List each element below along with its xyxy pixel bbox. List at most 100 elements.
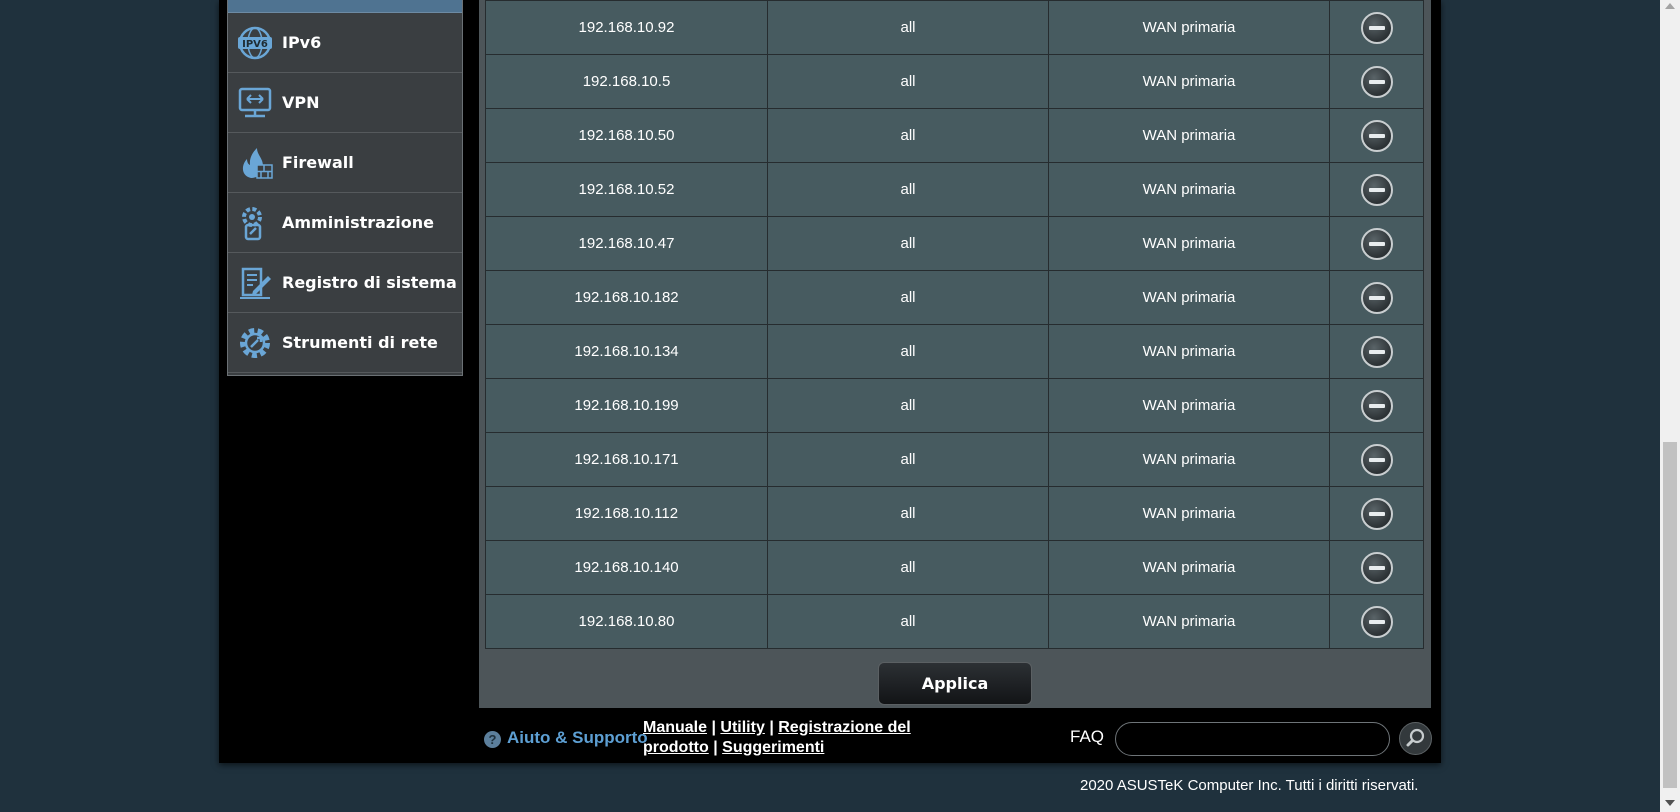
- interface-cell: WAN primaria: [1048, 162, 1330, 217]
- destination-cell: all: [767, 270, 1049, 325]
- manual-link[interactable]: Manuale: [643, 719, 707, 736]
- delete-cell: [1329, 540, 1424, 595]
- delete-cell: [1329, 54, 1424, 109]
- ip-cell: 192.168.10.199: [485, 378, 768, 433]
- link-separator: |: [711, 719, 716, 736]
- sidebar-item-network-tools[interactable]: Strumenti di rete: [228, 313, 462, 373]
- table-row: 192.168.10.112 all WAN primaria: [485, 486, 1424, 541]
- remove-rule-button[interactable]: [1360, 497, 1393, 530]
- delete-cell: [1329, 216, 1424, 271]
- remove-rule-button[interactable]: [1360, 227, 1393, 260]
- destination-cell: all: [767, 162, 1049, 217]
- ip-cell: 192.168.10.47: [485, 216, 768, 271]
- remove-rule-button[interactable]: [1360, 551, 1393, 584]
- sidebar-item-label: Amministrazione: [282, 213, 434, 232]
- link-separator: |: [769, 719, 774, 736]
- delete-cell: [1329, 378, 1424, 433]
- remove-rule-button[interactable]: [1360, 173, 1393, 206]
- ip-cell: 192.168.10.80: [485, 594, 768, 649]
- table-row: 192.168.10.182 all WAN primaria: [485, 270, 1424, 325]
- ip-cell: 192.168.10.92: [485, 0, 768, 55]
- ip-cell: 192.168.10.52: [485, 162, 768, 217]
- remove-rule-button[interactable]: [1360, 281, 1393, 314]
- scroll-down-icon[interactable]: [1665, 800, 1675, 806]
- interface-cell: WAN primaria: [1048, 0, 1330, 55]
- interface-cell: WAN primaria: [1048, 108, 1330, 163]
- feedback-link[interactable]: Suggerimenti: [722, 739, 824, 756]
- remove-rule-button[interactable]: [1360, 335, 1393, 368]
- ip-cell: 192.168.10.50: [485, 108, 768, 163]
- delete-cell: [1329, 594, 1424, 649]
- utility-link[interactable]: Utility: [720, 719, 764, 736]
- sidebar-menu: IPV6 IPv6 VPN Firewall Amministrazione R…: [227, 0, 463, 376]
- page-scrollbar[interactable]: [1660, 0, 1680, 812]
- ip-cell: 192.168.10.171: [485, 432, 768, 487]
- remove-rule-button[interactable]: [1360, 389, 1393, 422]
- scroll-up-icon[interactable]: [1665, 3, 1675, 9]
- table-row: 192.168.10.50 all WAN primaria: [485, 108, 1424, 163]
- table-row: 192.168.10.80 all WAN primaria: [485, 594, 1424, 649]
- table-row: 192.168.10.171 all WAN primaria: [485, 432, 1424, 487]
- destination-cell: all: [767, 432, 1049, 487]
- sidebar-item-label: Firewall: [282, 153, 354, 172]
- link-separator: |: [713, 739, 718, 756]
- firewall-icon: [242, 148, 273, 179]
- table-row: 192.168.10.47 all WAN primaria: [485, 216, 1424, 271]
- sidebar-selected-item-partial[interactable]: [228, 0, 462, 13]
- search-icon: [1406, 728, 1425, 747]
- sidebar-item-ipv6[interactable]: IPV6 IPv6: [228, 13, 462, 73]
- table-row: 192.168.10.140 all WAN primaria: [485, 540, 1424, 595]
- ip-cell: 192.168.10.112: [485, 486, 768, 541]
- sidebar-item-label: Strumenti di rete: [282, 333, 438, 352]
- delete-cell: [1329, 0, 1424, 55]
- scrollbar-thumb[interactable]: [1663, 442, 1677, 788]
- apply-button[interactable]: Applica: [878, 662, 1032, 705]
- destination-cell: all: [767, 54, 1049, 109]
- remove-rule-button[interactable]: [1360, 119, 1393, 152]
- destination-cell: all: [767, 216, 1049, 271]
- table-row: 192.168.10.52 all WAN primaria: [485, 162, 1424, 217]
- sidebar-item-system-log[interactable]: Registro di sistema: [228, 253, 462, 313]
- delete-cell: [1329, 108, 1424, 163]
- table-row: 192.168.10.134 all WAN primaria: [485, 324, 1424, 379]
- ip-cell: 192.168.10.182: [485, 270, 768, 325]
- delete-cell: [1329, 432, 1424, 487]
- delete-cell: [1329, 486, 1424, 541]
- sidebar-item-vpn[interactable]: VPN: [228, 73, 462, 133]
- vpn-icon: [238, 87, 272, 118]
- rules-table: 192.168.10.92 all WAN primaria 192.168.10.5…: [485, 0, 1424, 649]
- help-support-label: Aiuto & Supporto: [507, 728, 648, 747]
- help-icon: ?: [484, 731, 501, 748]
- faq-label: FAQ: [1070, 727, 1105, 746]
- destination-cell: all: [767, 0, 1049, 55]
- destination-cell: all: [767, 108, 1049, 163]
- faq-search-button[interactable]: [1399, 722, 1432, 755]
- delete-cell: [1329, 162, 1424, 217]
- sidebar-item-label: Registro di sistema: [282, 273, 457, 292]
- faq-search-input[interactable]: [1115, 722, 1390, 756]
- delete-cell: [1329, 270, 1424, 325]
- table-row: 192.168.10.5 all WAN primaria: [485, 54, 1424, 109]
- remove-rule-button[interactable]: [1360, 65, 1393, 98]
- ip-cell: 192.168.10.5: [485, 54, 768, 109]
- interface-cell: WAN primaria: [1048, 540, 1330, 595]
- remove-rule-button[interactable]: [1360, 11, 1393, 44]
- delete-cell: [1329, 324, 1424, 379]
- destination-cell: all: [767, 378, 1049, 433]
- sidebar-item-administration[interactable]: Amministrazione: [228, 193, 462, 253]
- destination-cell: all: [767, 324, 1049, 379]
- remove-rule-button[interactable]: [1360, 605, 1393, 638]
- administration-icon: [242, 207, 262, 241]
- destination-cell: all: [767, 486, 1049, 541]
- remove-rule-button[interactable]: [1360, 443, 1393, 476]
- table-row: 192.168.10.92 all WAN primaria: [485, 0, 1424, 55]
- interface-cell: WAN primaria: [1048, 432, 1330, 487]
- sidebar-item-label: VPN: [282, 93, 320, 112]
- interface-cell: WAN primaria: [1048, 378, 1330, 433]
- svg-text:IPV6: IPV6: [242, 39, 268, 50]
- sidebar-item-firewall[interactable]: Firewall: [228, 133, 462, 193]
- interface-cell: WAN primaria: [1048, 324, 1330, 379]
- interface-cell: WAN primaria: [1048, 270, 1330, 325]
- destination-cell: all: [767, 594, 1049, 649]
- ipv6-icon: IPV6: [238, 26, 272, 60]
